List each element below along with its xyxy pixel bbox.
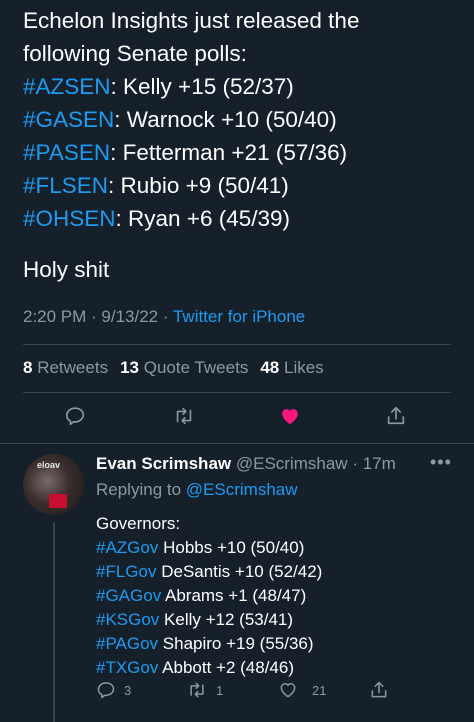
tweet-line: following Senate polls: [23,41,247,66]
reply-button[interactable] [57,398,93,434]
divider [23,392,451,393]
avatar-flag [49,494,67,508]
like-button[interactable] [272,398,308,434]
replying-to-handle[interactable]: @EScrimshaw [186,480,298,499]
hashtag-link[interactable]: #FLGov [96,562,156,581]
reply-line: #AZGov Hobbs +10 (50/40) [96,538,305,557]
author-name[interactable]: Evan Scrimshaw [96,454,231,473]
poll-result: : Warnock +10 (50/40) [114,107,337,132]
reply-icon [65,407,85,426]
like-count: 21 [312,682,327,698]
reply-time[interactable]: 17m [363,454,396,473]
hashtag-link[interactable]: #OHSEN [23,206,116,231]
poll-result: : Fetterman +21 (57/36) [110,140,348,165]
tweet-line: #FLSEN: Rubio +9 (50/41) [23,169,463,202]
retweet-count: 1 [216,682,224,698]
replying-to: Replying to @EScrimshaw [96,480,298,499]
tweet-line: #GASEN: Warnock +10 (50/40) [23,103,463,136]
tweet-actions [0,398,474,438]
hashtag-link[interactable]: #TXGov [96,658,158,677]
reply-heading: Governors: [96,514,181,533]
hashtag-link[interactable]: #PAGov [96,634,158,653]
retweet-icon [190,682,204,698]
reply-retweet-button[interactable]: 1 [186,677,223,703]
tweet-time[interactable]: 2:20 PM [23,307,86,326]
tweet-meta: 2:20 PM · 9/13/22 · Twitter for iPhone [23,307,306,326]
avatar[interactable]: eloav [23,454,84,515]
hashtag-link[interactable]: #FLSEN [23,173,108,198]
reply-line: #PAGov Shapiro +19 (55/36) [96,634,314,653]
tweet-source-link[interactable]: Twitter for iPhone [173,307,305,326]
hashtag-link[interactable]: #KSGov [96,610,159,629]
reply-header: Evan Scrimshaw @EScrimshaw · 17m [96,454,396,474]
heart-icon [280,683,296,698]
separator-dot: · [347,454,363,473]
poll-result: : Kelly +15 (52/37) [110,74,294,99]
quote-tweets-stat[interactable]: 13 Quote Tweets [120,358,248,377]
divider [0,443,474,444]
retweet-icon [176,407,192,425]
more-options-icon[interactable]: ••• [430,452,452,473]
poll-result: : Ryan +6 (45/39) [115,206,291,231]
share-icon [371,681,387,698]
tweet-text: Echelon Insights just released the follo… [23,4,463,286]
tweet-stats: 8 Retweets 13 Quote Tweets 48 Likes [23,358,324,378]
reply-reply-button[interactable]: 3 [96,677,131,703]
poll-result: : Rubio +9 (50/41) [108,173,289,198]
reply-line: #GAGov Abrams +1 (48/47) [96,586,307,605]
hashtag-link[interactable]: #PASEN [23,140,110,165]
retweet-button[interactable] [166,398,202,434]
hashtag-link[interactable]: #AZSEN [23,74,111,99]
heart-filled-icon [282,409,298,425]
tweet-line: #PASEN: Fetterman +21 (57/36) [23,136,463,169]
tweet-line: #AZSEN: Kelly +15 (52/37) [23,70,463,103]
reply-share-button[interactable] [369,677,389,703]
hashtag-link[interactable]: #AZGov [96,538,158,557]
tweet-date[interactable]: 9/13/22 [101,307,158,326]
likes-stat[interactable]: 48 Likes [260,358,323,377]
hashtag-link[interactable]: #GAGov [96,586,161,605]
retweets-stat[interactable]: 8 Retweets [23,358,108,377]
author-handle[interactable]: @EScrimshaw [236,454,348,473]
tweet-line: Echelon Insights just released the [23,8,360,33]
tweet-closing: Holy shit [23,257,110,282]
reply-like-button[interactable]: 21 [277,677,326,703]
reply-actions: 3 1 21 [0,677,474,705]
reply-line: #KSGov Kelly +12 (53/41) [96,610,294,629]
hashtag-link[interactable]: #GASEN [23,107,114,132]
avatar-logo-text: eloav [37,460,61,470]
reply-line: #FLGov DeSantis +10 (52/42) [96,562,323,581]
share-button[interactable] [378,398,414,434]
divider [23,344,451,345]
reply-text: Governors: #AZGov Hobbs +10 (50/40) #FLG… [96,512,322,680]
tweet-line: #OHSEN: Ryan +6 (45/39) [23,202,463,235]
reply-count: 3 [124,682,132,698]
reply-icon [97,682,115,699]
share-icon [387,406,405,425]
